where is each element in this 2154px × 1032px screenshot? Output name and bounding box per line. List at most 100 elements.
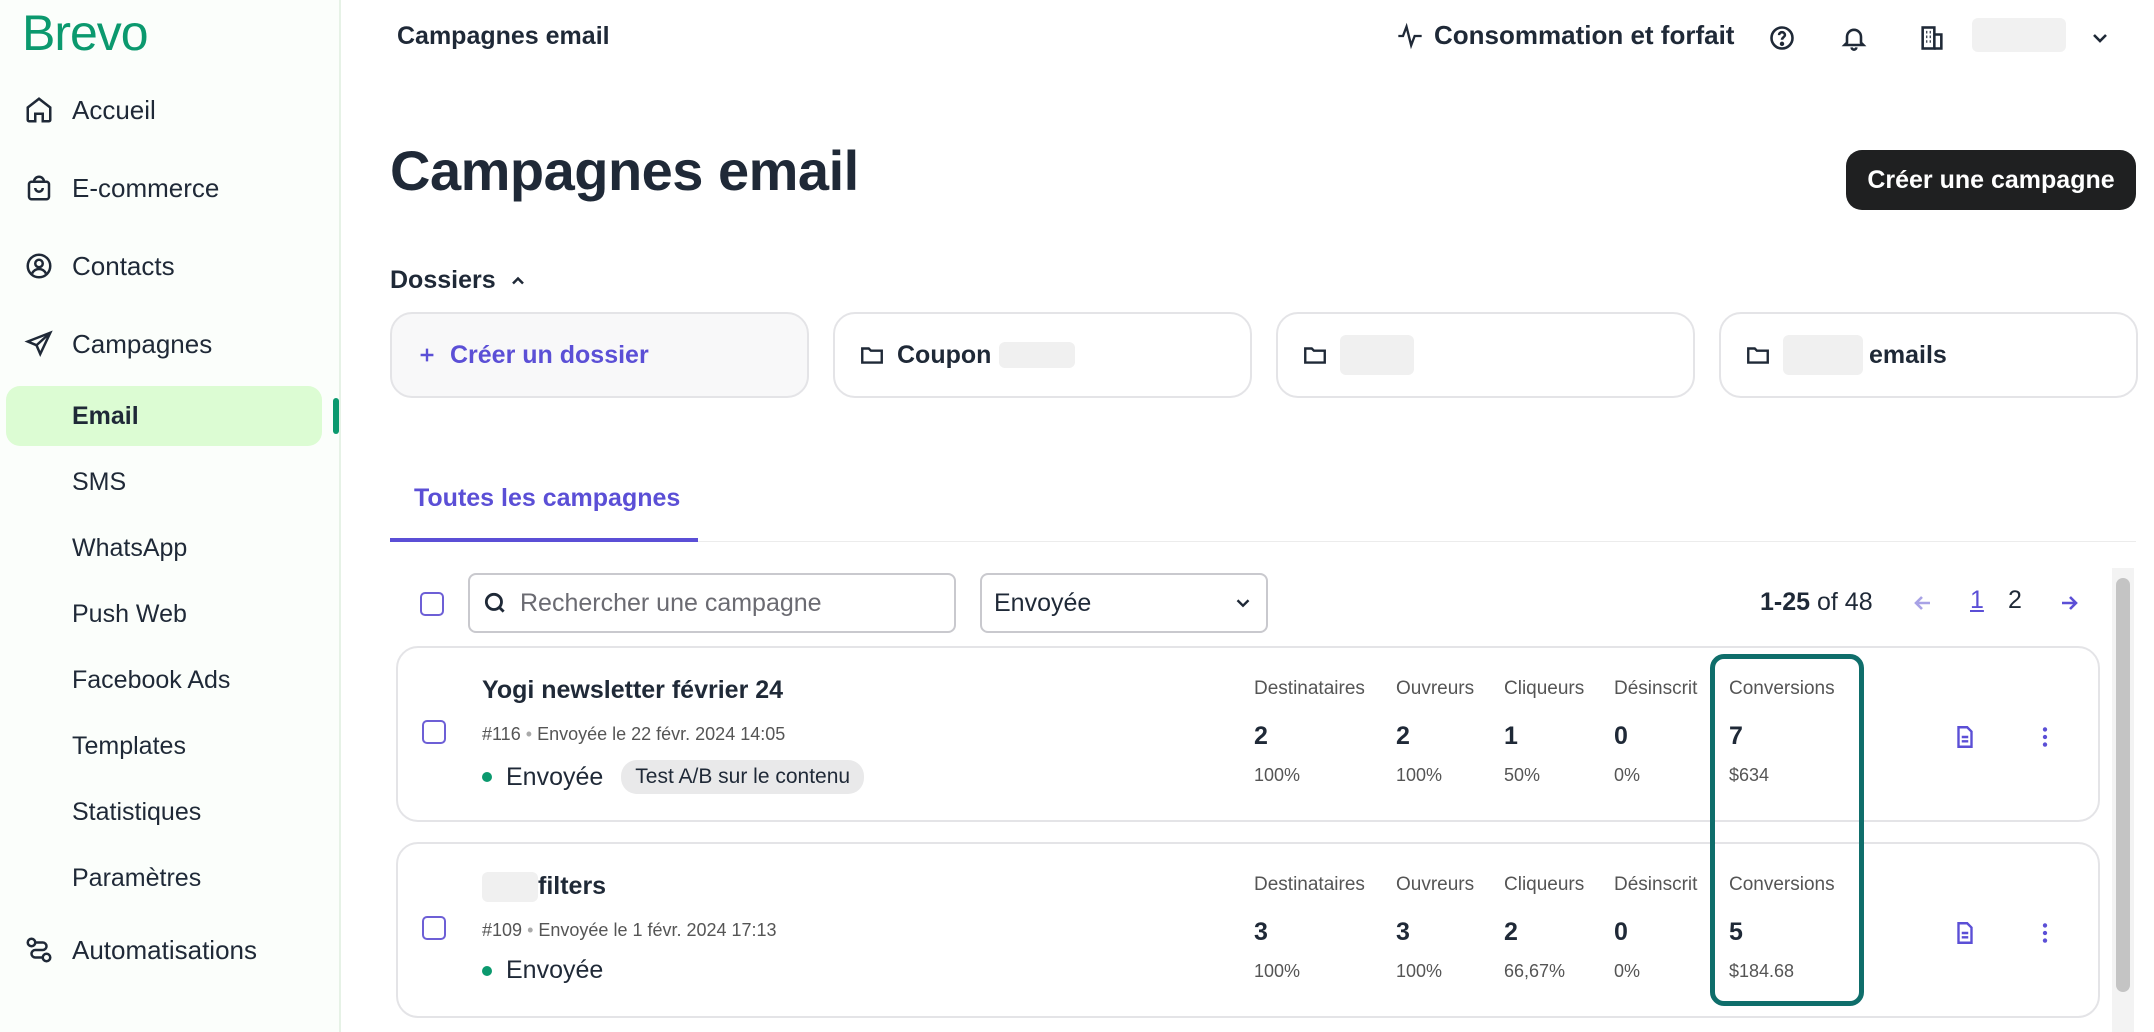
stat-value: 3 xyxy=(1254,918,1268,946)
campaign-id: #116 xyxy=(482,724,521,744)
consumption-link[interactable]: Consommation et forfait xyxy=(1396,20,1734,51)
stat-percent: 100% xyxy=(1254,961,1301,981)
sidebar-item-email[interactable]: Email xyxy=(72,396,139,436)
status-filter-select[interactable]: Envoyée xyxy=(980,573,1268,633)
sidebar-item-templates[interactable]: Templates xyxy=(72,726,186,766)
stat-label: Ouvreurs xyxy=(1396,678,1475,699)
sidebar: Brevo Accueil E-commerce Contacts Campag… xyxy=(0,0,341,1032)
sidebar-item-accueil[interactable]: Accueil xyxy=(22,88,156,132)
sidebar-item-push-web[interactable]: Push Web xyxy=(72,594,187,634)
stat-clickers: Cliqueurs 1 50% xyxy=(1504,678,1584,786)
report-icon[interactable] xyxy=(1950,918,1980,948)
campaign-id: #109 xyxy=(482,920,523,940)
campaign-sent-date: Envoyée le 1 févr. 2024 17:13 xyxy=(538,920,777,940)
campaign-name[interactable]: filters xyxy=(482,872,607,903)
select-all-checkbox[interactable] xyxy=(420,592,444,616)
chevron-down-icon xyxy=(1236,599,1250,608)
brevo-logo[interactable]: Brevo xyxy=(22,4,149,62)
report-icon[interactable] xyxy=(1950,722,1980,752)
sidebar-item-automatisations[interactable]: Automatisations xyxy=(22,928,257,972)
building-icon[interactable] xyxy=(1916,22,1948,54)
blurred-text xyxy=(1783,335,1863,375)
status-dot-icon xyxy=(482,772,492,782)
pagination-page-2[interactable]: 2 xyxy=(2008,586,2022,615)
sidebar-item-label: Contacts xyxy=(72,250,175,281)
stat-conversions: Conversions 7 $634 xyxy=(1729,678,1835,786)
create-campaign-button[interactable]: Créer une campagne xyxy=(1846,150,2136,210)
status-filter-value: Envoyée xyxy=(994,588,1092,617)
stat-value: 2 xyxy=(1254,722,1268,750)
status-dot-icon xyxy=(482,965,492,976)
campaign-status: Envoyée xyxy=(482,956,603,985)
sidebar-item-contacts[interactable]: Contacts xyxy=(22,244,175,288)
bell-icon[interactable] xyxy=(1838,22,1870,54)
row-checkbox[interactable] xyxy=(422,916,446,940)
stat-label: Cliqueurs xyxy=(1504,678,1585,699)
campaign-status: Envoyée Test A/B sur le contenu xyxy=(482,760,865,794)
pagination-prev-button[interactable] xyxy=(1908,588,1938,618)
chevron-up-icon xyxy=(511,276,524,284)
stat-label: Cliqueurs xyxy=(1504,874,1585,895)
stat-percent: 66,67% xyxy=(1504,961,1566,981)
pagination-page-1[interactable]: 1 xyxy=(1970,586,1984,615)
sidebar-item-statistiques[interactable]: Statistiques xyxy=(72,792,201,832)
stat-value: 5 xyxy=(1729,918,1743,946)
activity-icon xyxy=(1398,22,1422,49)
plus-icon xyxy=(420,348,434,362)
stat-label: Désinscrit xyxy=(1614,874,1698,895)
ab-test-badge: Test A/B sur le contenu xyxy=(621,760,865,794)
stat-percent: 100% xyxy=(1396,961,1443,981)
chevron-down-icon[interactable] xyxy=(2084,22,2116,54)
campaign-meta: #109 • Envoyée le 1 févr. 2024 17:13 xyxy=(482,920,777,940)
stat-label: Destinataires xyxy=(1254,874,1365,895)
create-folder-label: Créer un dossier xyxy=(450,340,649,369)
folder-icon xyxy=(1747,347,1769,364)
sidebar-item-campagnes[interactable]: Campagnes xyxy=(22,322,212,366)
folder-icon xyxy=(861,347,883,364)
stat-clickers: Cliqueurs 2 66,67% xyxy=(1504,874,1584,982)
stat-openers: Ouvreurs 2 100% xyxy=(1396,678,1474,786)
folder-blurred[interactable] xyxy=(1276,312,1695,398)
sidebar-item-sms[interactable]: SMS xyxy=(72,462,126,502)
account-name-blurred[interactable] xyxy=(1972,18,2066,52)
sidebar-item-whatsapp[interactable]: WhatsApp xyxy=(72,528,187,568)
more-options-icon[interactable] xyxy=(2030,918,2060,948)
automation-icon xyxy=(22,933,56,967)
stat-value: 3 xyxy=(1396,918,1410,946)
help-icon[interactable] xyxy=(1766,22,1798,54)
create-folder-button[interactable]: Créer un dossier xyxy=(390,312,809,398)
user-circle-icon xyxy=(22,249,56,283)
topbar-title: Campagnes email xyxy=(397,22,610,50)
paper-plane-icon xyxy=(22,327,56,361)
active-nav-indicator xyxy=(333,398,339,434)
tab-all-campaigns[interactable]: Toutes les campagnes xyxy=(414,484,680,513)
pagination-next-button[interactable] xyxy=(2054,588,2084,618)
scrollbar-thumb[interactable] xyxy=(2116,578,2130,992)
folder-coupon[interactable]: Coupon xyxy=(833,312,1252,398)
more-options-icon[interactable] xyxy=(2030,722,2060,752)
active-nav-highlight xyxy=(6,386,322,446)
folder-emails[interactable]: emails xyxy=(1719,312,2138,398)
stat-label: Conversions xyxy=(1729,874,1835,895)
search-box[interactable] xyxy=(468,573,956,633)
page-title: Campagnes email xyxy=(390,139,859,202)
campaign-name-text: filters xyxy=(538,872,607,900)
sidebar-item-parametres[interactable]: Paramètres xyxy=(72,858,201,898)
shopping-bag-icon xyxy=(22,171,56,205)
stat-percent: 0% xyxy=(1614,961,1641,981)
blurred-text xyxy=(482,872,538,903)
row-checkbox[interactable] xyxy=(422,720,446,744)
stat-value: 0 xyxy=(1614,722,1628,750)
folders-toggle[interactable]: Dossiers xyxy=(390,266,528,295)
campaign-row[interactable]: filters #109 • Envoyée le 1 févr. 2024 1… xyxy=(396,842,2100,1018)
campaign-sent-date: Envoyée le 22 févr. 2024 14:05 xyxy=(537,724,786,744)
campaign-name[interactable]: Yogi newsletter février 24 xyxy=(482,676,783,705)
sidebar-item-ecommerce[interactable]: E-commerce xyxy=(22,166,219,210)
pagination-range: 1-25 of 48 xyxy=(1760,588,1873,617)
folders-label: Dossiers xyxy=(390,266,496,294)
stat-label: Destinataires xyxy=(1254,678,1365,699)
stat-recipients: Destinataires 2 100% xyxy=(1254,678,1365,786)
search-input[interactable] xyxy=(520,588,920,618)
campaign-row[interactable]: Yogi newsletter février 24 #116 • Envoyé… xyxy=(396,646,2100,822)
sidebar-item-facebook-ads[interactable]: Facebook Ads xyxy=(72,660,230,700)
